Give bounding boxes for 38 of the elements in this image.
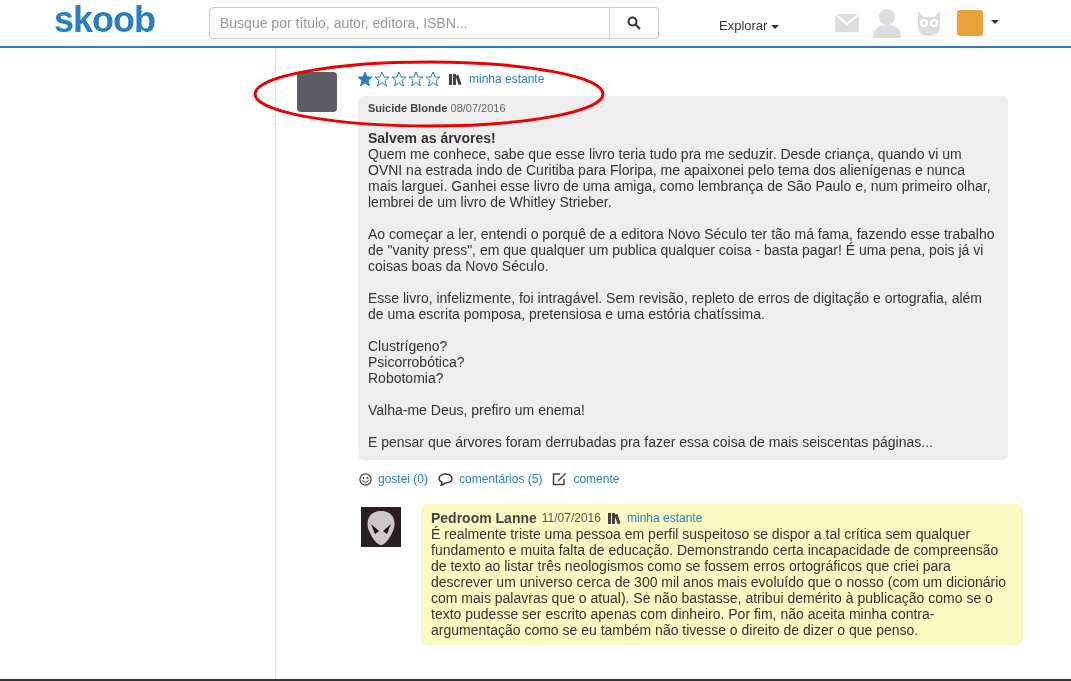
alien-avatar (361, 507, 401, 547)
user-avatar[interactable] (957, 10, 984, 36)
review-text: Ao começar a ler, entendi o porquê de a editora Novo Século ter tão má fama, fazendo esse trabalho de "vanity press", em que qualquer um publica qualquer coisa - basta pagar! É uma pena, pois já vi coisas boas da Novo Século. (368, 226, 996, 274)
comments-link[interactable]: comentários (5) (459, 472, 543, 486)
review-text: Psicorrobótica? (368, 354, 466, 370)
search-icon (627, 16, 641, 30)
review-text: Quem me conhece, sabe que esse livro teria tudo pra me seduzir. Desde criança, quando vi um OVNI na estrada indo de Curitiba para Floripa, me apaixonei pelo tema dos alienígenas e nunca mais larguei. Ganhei esse livro de uma amiga, como lembrança de São Paulo e, num primeiro olhar, lembrei de um livro de Whitley Strieber. (368, 146, 992, 210)
star-icon[interactable] (408, 71, 424, 87)
books-icon (449, 73, 463, 85)
star-icon[interactable] (357, 71, 373, 87)
review-text: Robotomia? (368, 370, 445, 386)
books-icon (607, 512, 622, 524)
speech-bubble-icon[interactable] (438, 472, 454, 486)
explore-menu[interactable]: Explorar (719, 17, 780, 33)
comment-author[interactable]: Pedroom Lanne (431, 510, 537, 526)
skoob-logo[interactable]: skoob (54, 2, 209, 38)
review-text: E pensar que árvores foram derrubadas pra fazer essa coisa de mais seiscentas páginas... (368, 434, 934, 450)
like-link[interactable]: gostei (0) (378, 472, 429, 486)
caret-icon[interactable] (991, 20, 1000, 24)
review-text: Clustrígeno? (368, 338, 449, 354)
review-text: Valha-me Deus, prefiro um enema! (368, 402, 586, 418)
edit-icon[interactable] (552, 472, 568, 486)
comment-link[interactable]: comente (573, 472, 620, 486)
star-icon[interactable] (374, 71, 390, 87)
smiley-icon[interactable] (359, 472, 372, 486)
search-button[interactable] (610, 7, 659, 39)
review-author[interactable]: Suicide Blonde (368, 102, 448, 114)
comment-date: 11/07/2016 (541, 511, 601, 525)
shelf-link[interactable]: minha estante (626, 511, 703, 525)
comment-text: É realmente triste uma pessoa em perfil suspeitoso se dispor a tal crítica sem qualquer fundamento e muita falta de educação. Demonstrando certa incapacidade de compreensão de texto ao listar três neologismos como se fossem erros ortográficos que criei para descrever um universo cerca de 300 mil anos mais evoluído que o nosso (com um dicionário com mais palavras que o atual). Se não bastasse, atribui demérito à publicação como se o texto pudesse ser escrito apenas com dinheiro. Por fim, não aceita minha contra-argumentação como se eu também não tivesse o direito de dizer o que penso. (431, 526, 1008, 638)
star-icon[interactable] (391, 71, 407, 87)
search-field[interactable]: Busque por título, autor, editora, ISBN... (209, 7, 610, 39)
star-icon[interactable] (425, 71, 441, 87)
review-date: 08/07/2016 (450, 102, 506, 114)
review-title: Salvem as árvores! (368, 130, 497, 146)
avatar-photo-placeholder (297, 72, 337, 112)
shelf-link[interactable]: minha estante (469, 72, 545, 86)
review-text: Esse livro, infelizmente, foi intragável. Sem revisão, repleto de erros de digitação e ortografia, além de uma escrita pomposa, pretensiosa e uma estória chatíssima. (368, 290, 983, 322)
